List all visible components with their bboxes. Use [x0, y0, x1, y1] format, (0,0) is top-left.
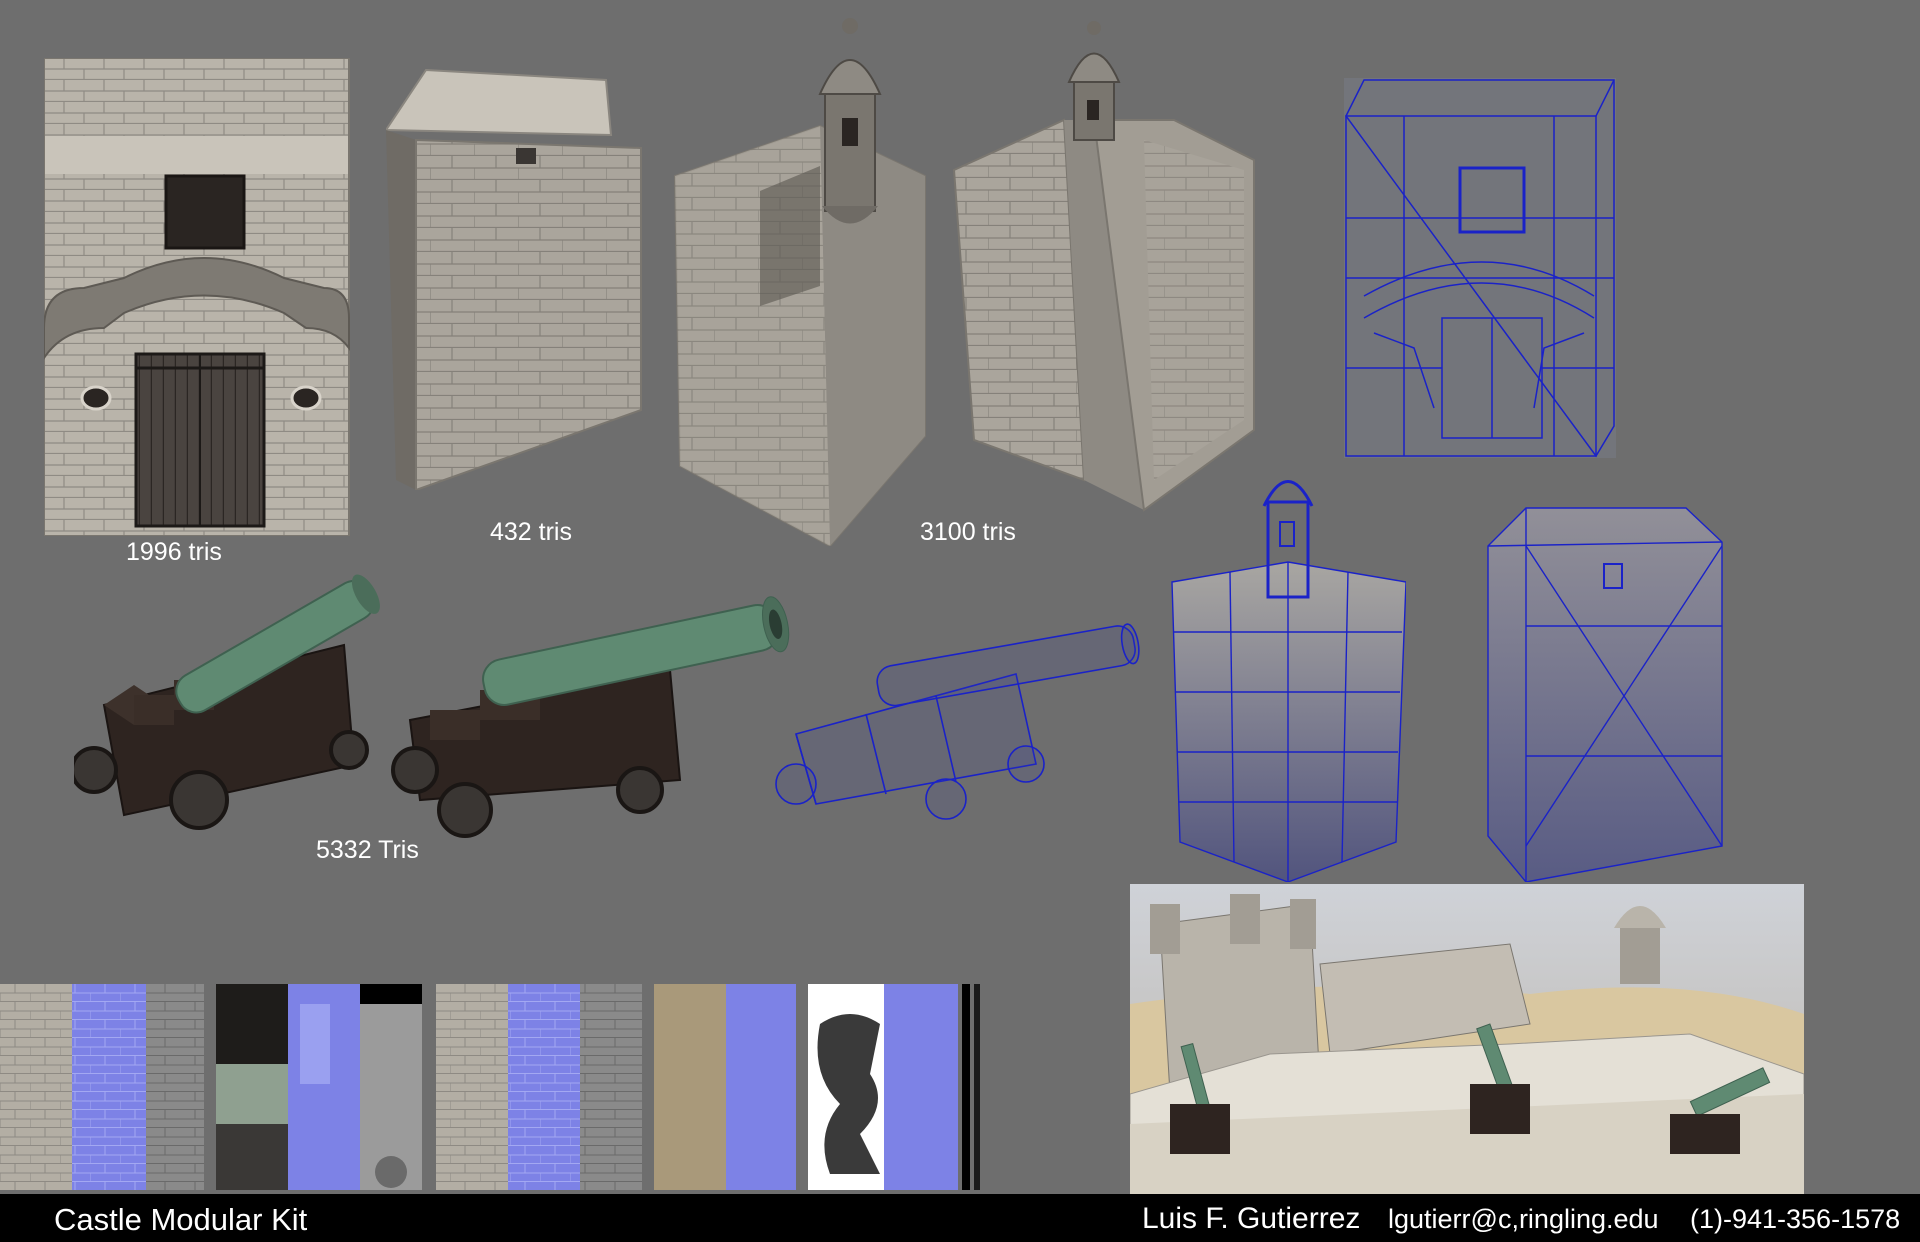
tower-wireframe: [1170, 462, 1406, 882]
wall-tris-label: 432 tris: [490, 518, 572, 546]
texture-sheet: [0, 984, 980, 1190]
castle-scene-render: [1130, 884, 1804, 1194]
gate-wireframe: [1344, 78, 1616, 458]
cannon-render-left: [74, 555, 384, 845]
tower-corner-render: [944, 10, 1264, 520]
tower-module-render: [670, 6, 928, 546]
footer-bar: Castle Modular Kit Luis F. Gutierrez lgu…: [0, 1194, 1920, 1242]
tower-tris-label: 3100 tris: [920, 518, 1016, 546]
wall-wireframe: [1486, 506, 1724, 882]
gate-module-render: [44, 58, 356, 536]
footer-author: Luis F. Gutierrez: [1142, 1202, 1361, 1235]
cannon-wireframe: [766, 614, 1142, 820]
footer-email: lgutierr@c,ringling.edu: [1388, 1204, 1659, 1234]
footer-phone: (1)-941-356-1578: [1690, 1204, 1901, 1234]
wall-module-render: [386, 60, 646, 490]
cannon-tris-label: 5332 Tris: [316, 836, 419, 864]
footer-title: Castle Modular Kit: [54, 1202, 308, 1237]
cannon-render-right: [390, 590, 800, 840]
